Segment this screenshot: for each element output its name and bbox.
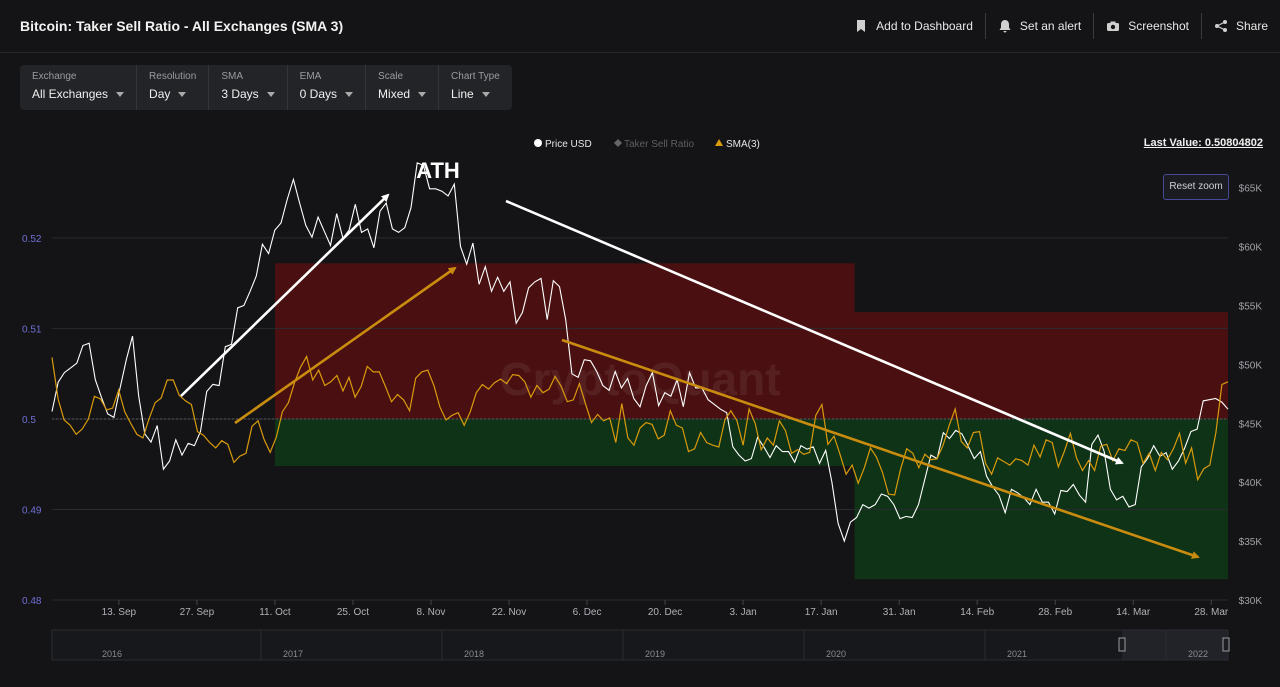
x-axis-tick: 22. Nov bbox=[492, 607, 526, 618]
x-axis-tick: 3. Jan bbox=[729, 607, 756, 618]
ema-label: EMA bbox=[299, 71, 322, 82]
legend-price-label: Price USD bbox=[545, 139, 592, 150]
right-axis-tick: $60K bbox=[1239, 243, 1263, 254]
exchange-select[interactable]: Exchange All Exchanges bbox=[20, 65, 138, 110]
right-axis-tick: $50K bbox=[1239, 360, 1263, 371]
chevron-down-icon bbox=[178, 91, 187, 97]
scale-select[interactable]: Scale Mixed bbox=[366, 65, 440, 110]
left-axis-tick: 0.5 bbox=[22, 415, 36, 426]
x-axis-tick: 20. Dec bbox=[648, 607, 682, 618]
right-axis-tick: $35K bbox=[1239, 537, 1263, 548]
chevron-down-icon bbox=[116, 91, 125, 97]
navigator-handle[interactable] bbox=[1118, 637, 1126, 652]
screenshot-button[interactable]: Screenshot bbox=[1093, 13, 1201, 39]
top-bar: Bitcoin: Taker Sell Ratio - All Exchange… bbox=[0, 0, 1280, 53]
navigator-year: 2021 bbox=[1007, 649, 1027, 659]
chevron-down-icon bbox=[481, 91, 490, 97]
share-label: Share bbox=[1235, 19, 1268, 33]
x-axis-tick: 17. Jan bbox=[805, 607, 838, 618]
reset-zoom-button[interactable]: Reset zoom bbox=[1163, 174, 1229, 200]
chart-controls: Exchange All Exchanges Resolution Day SM… bbox=[20, 65, 512, 110]
sma-select[interactable]: SMA 3 Days bbox=[209, 65, 288, 110]
chart-type-select[interactable]: Chart Type Line bbox=[439, 65, 512, 110]
share-button[interactable]: Share bbox=[1200, 13, 1280, 39]
x-axis-tick: 8. Nov bbox=[417, 607, 446, 618]
zones-layer bbox=[274, 263, 1228, 580]
legend-price[interactable]: Price USD bbox=[534, 139, 592, 150]
set-alert-label: Set an alert bbox=[1019, 19, 1082, 33]
legend: Price USD Taker Sell Ratio SMA(3) bbox=[534, 139, 760, 150]
bookmark-icon bbox=[854, 19, 868, 33]
legend-ratio-marker bbox=[614, 139, 622, 147]
screenshot-label: Screenshot bbox=[1128, 19, 1189, 33]
x-axis-tick: 28. Feb bbox=[1038, 607, 1072, 618]
x-axis-tick: 25. Oct bbox=[337, 607, 369, 618]
green-zone-1 bbox=[274, 418, 855, 467]
bell-icon bbox=[998, 19, 1012, 33]
x-axis-tick: 11. Oct bbox=[259, 607, 291, 618]
x-axis-tick: 14. Feb bbox=[960, 607, 994, 618]
left-axis-tick: 0.48 bbox=[22, 596, 42, 607]
navigator: 2016 2017 2018 2019 2020 2021 2022 bbox=[51, 629, 1230, 661]
navigator-year: 2018 bbox=[464, 649, 484, 659]
camera-icon bbox=[1106, 19, 1120, 33]
chevron-down-icon bbox=[418, 91, 427, 97]
navigator-year: 2017 bbox=[283, 649, 303, 659]
navigator-year: 2019 bbox=[645, 649, 665, 659]
ema-select[interactable]: EMA 0 Days bbox=[288, 65, 367, 110]
navigator-selection[interactable] bbox=[1122, 630, 1228, 660]
x-axis-tick: 28. Mar bbox=[1194, 607, 1229, 618]
ema-value: 0 Days bbox=[299, 87, 338, 101]
right-axis-tick: $40K bbox=[1239, 478, 1263, 489]
navigator-year: 2020 bbox=[826, 649, 846, 659]
left-axis-tick: 0.49 bbox=[22, 505, 42, 516]
right-axis-tick: $65K bbox=[1239, 184, 1263, 195]
x-axis-tick: 13. Sep bbox=[102, 607, 137, 618]
chart-type-label: Chart Type bbox=[451, 71, 500, 82]
exchange-value: All Exchanges bbox=[32, 87, 109, 101]
chart-type-value: Line bbox=[451, 87, 474, 101]
legend-sma-marker bbox=[715, 139, 723, 146]
left-axis-tick: 0.51 bbox=[22, 324, 42, 335]
share-icon bbox=[1214, 19, 1228, 33]
scale-value: Mixed bbox=[378, 87, 411, 101]
legend-sma[interactable]: SMA(3) bbox=[715, 139, 760, 150]
scale-label: Scale bbox=[378, 71, 404, 82]
left-axis-tick: 0.52 bbox=[22, 234, 42, 245]
right-axis-tick: $45K bbox=[1239, 419, 1263, 430]
ath-annotation: ATH bbox=[416, 158, 460, 183]
x-axis-tick: 6. Dec bbox=[573, 607, 602, 618]
chevron-down-icon bbox=[266, 91, 275, 97]
exchange-label: Exchange bbox=[32, 71, 77, 82]
navigator-track bbox=[51, 629, 1229, 661]
right-axis-tick: $55K bbox=[1239, 301, 1263, 312]
resolution-label: Resolution bbox=[149, 71, 197, 82]
x-axis-tick: 31. Jan bbox=[883, 607, 916, 618]
add-to-dashboard-label: Add to Dashboard bbox=[876, 19, 973, 33]
navigator-year: 2016 bbox=[102, 649, 122, 659]
legend-ratio[interactable]: Taker Sell Ratio bbox=[614, 139, 694, 150]
navigator-handle[interactable] bbox=[1222, 637, 1230, 652]
set-alert-button[interactable]: Set an alert bbox=[984, 13, 1093, 39]
header-actions: Add to Dashboard Set an alert Screenshot… bbox=[842, 10, 1280, 42]
right-axis-tick: $30K bbox=[1239, 596, 1263, 607]
chart-area: CryptoQuant ATH 0.52 0.51 0.5 0.49 0.48 $65K $… bbox=[22, 139, 1263, 661]
legend-ratio-label: Taker Sell Ratio bbox=[624, 139, 694, 150]
sma-label: SMA bbox=[221, 71, 243, 82]
legend-sma-label: SMA(3) bbox=[726, 139, 760, 150]
navigator-year: 2022 bbox=[1188, 649, 1208, 659]
sma-value: 3 Days bbox=[221, 87, 259, 101]
x-axis-tick: 14. Mar bbox=[1116, 607, 1151, 618]
resolution-select[interactable]: Resolution Day bbox=[137, 65, 210, 110]
resolution-value: Day bbox=[149, 87, 171, 101]
legend-price-marker bbox=[534, 139, 542, 147]
x-axis-tick: 27. Sep bbox=[180, 607, 215, 618]
chevron-down-icon bbox=[345, 91, 354, 97]
add-to-dashboard-button[interactable]: Add to Dashboard bbox=[842, 13, 985, 39]
page-title: Bitcoin: Taker Sell Ratio - All Exchange… bbox=[20, 18, 344, 34]
watermark: CryptoQuant bbox=[499, 353, 780, 405]
